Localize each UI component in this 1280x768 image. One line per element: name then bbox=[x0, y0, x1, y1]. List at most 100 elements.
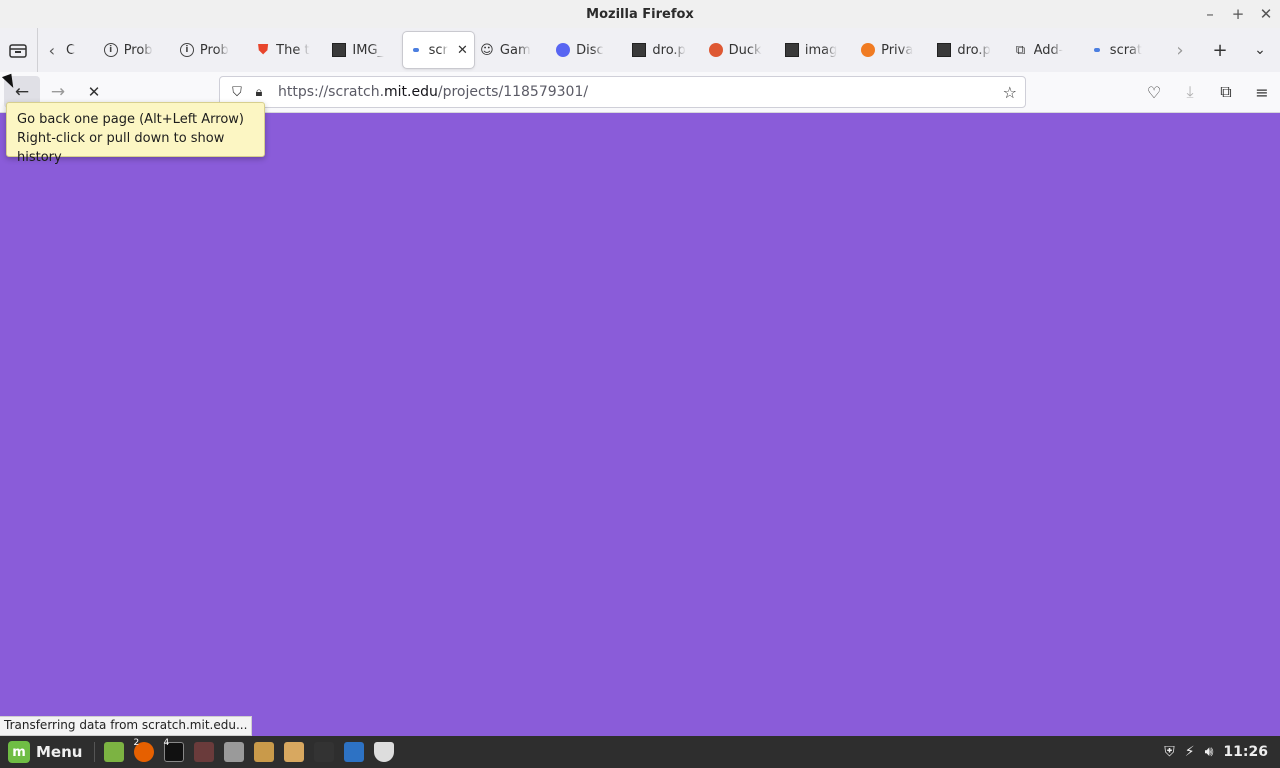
tab[interactable]: Duck bbox=[703, 32, 779, 68]
discord-icon bbox=[556, 43, 571, 57]
tab-label: C bbox=[66, 42, 76, 58]
tab[interactable]: IMG_ bbox=[326, 32, 402, 68]
list-all-tabs-button[interactable]: ⌄ bbox=[1240, 42, 1280, 58]
tab-label: scr bbox=[428, 42, 448, 58]
tab-label: Priva bbox=[881, 42, 914, 58]
minimize-button[interactable]: – bbox=[1202, 5, 1218, 23]
lock-icon[interactable]: 🔒︎ bbox=[248, 85, 270, 100]
linux-mint-icon: m bbox=[8, 741, 30, 763]
image-icon bbox=[632, 43, 647, 57]
tab[interactable]: i Prob bbox=[98, 32, 174, 68]
volume-icon[interactable]: 🔊︎ bbox=[1205, 744, 1214, 760]
window-count-badge: 4 bbox=[163, 738, 170, 748]
tab[interactable]: ⛊ The t bbox=[250, 32, 326, 68]
tooltip-line: Go back one page (Alt+Left Arrow) bbox=[17, 112, 244, 127]
firefox-view-button[interactable] bbox=[0, 28, 38, 72]
tab[interactable]: i Prob bbox=[174, 32, 250, 68]
firefox-view-icon bbox=[9, 44, 28, 58]
security-shield-icon[interactable]: ⛨ bbox=[1164, 744, 1175, 760]
app-launcher[interactable] bbox=[369, 736, 399, 768]
tab-strip-actions: › + ⌄ bbox=[1160, 28, 1280, 72]
system-tray: ⛨ ⚡ 🔊︎ 11:26 bbox=[1164, 744, 1280, 760]
app-launcher[interactable] bbox=[249, 736, 279, 768]
info-icon: i bbox=[103, 43, 118, 57]
url-bar[interactable]: ⛉ 🔒︎ https://scratch.mit.edu/projects/11… bbox=[219, 76, 1026, 108]
tab-label: Gam bbox=[499, 42, 531, 58]
puzzle-icon: ⧉ bbox=[1015, 42, 1026, 58]
brave-icon bbox=[861, 43, 876, 57]
tab[interactable]: scrat bbox=[1084, 32, 1160, 68]
toolbar-right: ♡ ⤓ ⧉ ≡ bbox=[1136, 72, 1280, 112]
tab[interactable]: Disc bbox=[550, 32, 626, 68]
app-launcher[interactable] bbox=[279, 736, 309, 768]
window-title: Mozilla Firefox bbox=[586, 6, 694, 22]
tab[interactable]: imag bbox=[779, 32, 855, 68]
tab[interactable]: dro.p bbox=[931, 32, 1007, 68]
app-launcher[interactable] bbox=[339, 736, 369, 768]
downloads-icon[interactable]: ⤓ bbox=[1172, 82, 1208, 102]
back-button-tooltip: Go back one page (Alt+Left Arrow) Right-… bbox=[6, 102, 265, 165]
files-launcher[interactable] bbox=[99, 736, 129, 768]
close-tab-icon[interactable]: ✕ bbox=[457, 43, 468, 58]
network-icon[interactable]: ⚡ bbox=[1185, 744, 1195, 760]
url-text[interactable]: https://scratch.mit.edu/projects/1185793… bbox=[278, 84, 588, 100]
tracking-protection-icon[interactable]: ⛉ bbox=[226, 85, 248, 100]
terminal-launcher[interactable]: 4 bbox=[159, 736, 189, 768]
archive-icon bbox=[284, 742, 305, 762]
tab-label: scrat bbox=[1109, 42, 1143, 58]
status-panel: Transferring data from scratch.mit.edu..… bbox=[0, 716, 253, 736]
tab[interactable]: C bbox=[66, 32, 98, 68]
app-launcher[interactable] bbox=[189, 736, 219, 768]
tab[interactable]: ⧉ Add- bbox=[1008, 32, 1084, 68]
duckduckgo-icon bbox=[708, 43, 723, 57]
tab-label: Disc bbox=[576, 42, 604, 58]
close-window-button[interactable]: ✕ bbox=[1258, 5, 1274, 23]
tab-label: dro.p bbox=[652, 42, 686, 58]
firefox-launcher[interactable]: 2 bbox=[129, 736, 159, 768]
tab-active[interactable]: scr ✕ bbox=[402, 32, 474, 68]
start-menu-button[interactable]: m Menu bbox=[0, 736, 90, 768]
taskbar-separator bbox=[94, 742, 96, 762]
taskbar: m Menu 2 4 ⛨ ⚡ 🔊︎ 11:26 bbox=[0, 736, 1280, 768]
hamburger-menu-icon[interactable]: ≡ bbox=[1244, 83, 1280, 102]
tab-label: Prob bbox=[199, 42, 229, 58]
loading-icon bbox=[1090, 43, 1104, 57]
window-count-badge: 2 bbox=[133, 738, 140, 748]
app-launcher[interactable] bbox=[219, 736, 249, 768]
blank-app-icon bbox=[314, 742, 335, 762]
loading-icon bbox=[409, 43, 423, 57]
menu-label: Menu bbox=[36, 743, 83, 761]
chevron-right-icon[interactable]: › bbox=[1160, 40, 1200, 61]
tab-label: The t bbox=[276, 42, 310, 58]
archive-icon bbox=[254, 742, 275, 762]
arrow-right-icon: → bbox=[50, 82, 66, 102]
close-icon: ✕ bbox=[87, 83, 101, 101]
tooltip-line: Right-click or pull down to show history bbox=[17, 131, 225, 165]
extensions-icon[interactable]: ⧉ bbox=[1208, 82, 1244, 102]
image-icon bbox=[332, 43, 347, 57]
mixer-icon bbox=[224, 742, 245, 762]
text-editor-icon bbox=[344, 742, 365, 762]
folder-icon bbox=[104, 742, 125, 762]
chevron-left-icon: ‹ bbox=[48, 40, 56, 60]
tab[interactable]: ☺ Gam bbox=[474, 32, 550, 68]
tab-strip: ‹ C i Prob i Prob ⛊ The t IMG_ scr ✕ ☺ Gam Di… bbox=[0, 28, 1280, 72]
bookmark-star-icon[interactable]: ☆ bbox=[1003, 83, 1017, 102]
brave-shield-icon: ⛊ bbox=[257, 42, 269, 58]
tab[interactable]: Priva bbox=[855, 32, 931, 68]
info-icon: i bbox=[179, 43, 194, 57]
arrow-left-icon: ← bbox=[14, 82, 30, 102]
tab[interactable]: dro.p bbox=[626, 32, 702, 68]
tab-label: Add- bbox=[1033, 42, 1064, 58]
image-icon bbox=[784, 43, 799, 57]
tab-list: C i Prob i Prob ⛊ The t IMG_ scr ✕ ☺ Gam Disc… bbox=[66, 28, 1160, 72]
game-icon: ☺ bbox=[480, 42, 494, 58]
tab-scroll-left-button[interactable]: ‹ bbox=[38, 28, 66, 72]
clock[interactable]: 11:26 bbox=[1223, 744, 1268, 760]
shield-icon bbox=[374, 742, 395, 762]
maximize-button[interactable]: + bbox=[1230, 5, 1246, 23]
app-launcher[interactable] bbox=[309, 736, 339, 768]
image-icon bbox=[937, 43, 952, 57]
pocket-icon[interactable]: ♡ bbox=[1136, 83, 1172, 102]
new-tab-button[interactable]: + bbox=[1200, 40, 1240, 61]
